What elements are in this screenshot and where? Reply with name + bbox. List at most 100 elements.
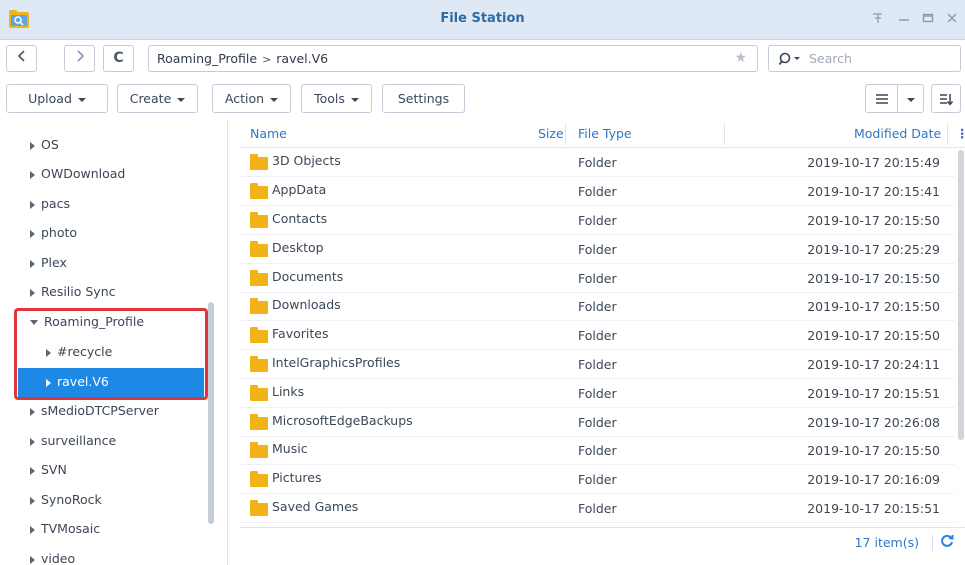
modified-date: 2019-10-17 20:15:50 [807, 271, 940, 286]
minimize-icon[interactable] [894, 9, 914, 29]
expand-arrow-icon[interactable] [30, 407, 35, 416]
file-type: Folder [578, 386, 617, 401]
expand-arrow-icon[interactable] [30, 259, 35, 268]
footer-divider [932, 535, 933, 551]
caret-down-icon [177, 97, 186, 102]
folder-icon [250, 183, 268, 199]
table-row[interactable]: Links Folder 2019-10-17 20:15:51 [240, 379, 955, 408]
tree-label: OWDownload [41, 166, 126, 181]
tree-item-pacs[interactable]: pacs [30, 193, 70, 215]
expand-arrow-icon[interactable] [30, 555, 35, 564]
refresh-button[interactable]: C [103, 45, 134, 72]
tree-item-video[interactable]: video [30, 548, 75, 565]
expand-arrow-icon[interactable] [30, 525, 35, 534]
tree-label: SVN [41, 462, 67, 477]
expand-arrow-icon[interactable] [30, 200, 35, 209]
file-name: Desktop [272, 240, 324, 255]
tree-item-owdownload[interactable]: OWDownload [30, 163, 125, 185]
forward-button[interactable] [64, 45, 95, 72]
star-icon[interactable]: ★ [734, 46, 747, 71]
table-row[interactable]: Downloads Folder 2019-10-17 20:15:50 [240, 292, 955, 321]
maximize-icon[interactable] [918, 9, 938, 29]
tree-item-smediodtcpserver[interactable]: sMedioDTCPServer [30, 400, 159, 422]
folder-icon [250, 270, 268, 286]
view-mode-button[interactable] [865, 84, 898, 113]
tree-item-synorock[interactable]: SynoRock [30, 489, 102, 511]
path-segment-ravel[interactable]: ravel.V6 [276, 51, 328, 66]
file-type: Folder [578, 271, 617, 286]
action-button[interactable]: Action [212, 84, 291, 113]
table-row[interactable]: Contacts Folder 2019-10-17 20:15:50 [240, 206, 955, 235]
modified-date: 2019-10-17 20:15:51 [807, 501, 940, 516]
table-row[interactable]: Saved Games Folder 2019-10-17 20:15:51 [240, 494, 955, 523]
tree-item-svn[interactable]: SVN [30, 459, 67, 481]
list-scrollbar[interactable] [958, 150, 964, 440]
expand-arrow-icon[interactable] [30, 437, 35, 446]
file-type: Folder [578, 472, 617, 487]
column-file-type[interactable]: File Type [578, 126, 632, 141]
file-type: Folder [578, 443, 617, 458]
table-row[interactable]: Documents Folder 2019-10-17 20:15:50 [240, 264, 955, 293]
file-type: Folder [578, 415, 617, 430]
table-row[interactable]: Desktop Folder 2019-10-17 20:25:29 [240, 235, 955, 264]
create-button[interactable]: Create [117, 84, 198, 113]
column-divider [947, 123, 948, 145]
column-divider [565, 123, 566, 145]
tree-item-surveillance[interactable]: surveillance [30, 430, 116, 452]
title-bar: File Station [0, 0, 965, 40]
expand-arrow-icon[interactable] [30, 141, 35, 150]
tree-label: Plex [41, 255, 67, 270]
path-bar[interactable]: Roaming_Profile > ravel.V6 ★ [148, 45, 758, 72]
file-name: IntelGraphicsProfiles [272, 355, 401, 370]
back-button[interactable] [6, 45, 37, 72]
modified-date: 2019-10-17 20:15:41 [807, 184, 940, 199]
column-modified-date[interactable]: Modified Date [854, 126, 941, 141]
table-row[interactable]: 3D Objects Folder 2019-10-17 20:15:49 [240, 148, 955, 177]
refresh-label: C [113, 50, 124, 66]
folder-icon [250, 471, 268, 487]
folder-icon [250, 154, 268, 170]
expand-arrow-icon[interactable] [30, 288, 35, 297]
sidebar-scrollbar[interactable] [208, 302, 214, 524]
column-name[interactable]: Name [250, 126, 287, 141]
path-segment-roaming-profile[interactable]: Roaming_Profile [157, 51, 257, 66]
column-size[interactable]: Size [538, 126, 564, 141]
table-row[interactable]: AppData Folder 2019-10-17 20:15:41 [240, 177, 955, 206]
tree-label: Resilio Sync [41, 284, 116, 299]
file-name: Downloads [272, 297, 341, 312]
expand-arrow-icon[interactable] [30, 466, 35, 475]
table-row[interactable]: MicrosoftEdgeBackups Folder 2019-10-17 20:… [240, 408, 955, 437]
expand-arrow-icon[interactable] [30, 496, 35, 505]
file-name: Links [272, 384, 305, 399]
expand-arrow-icon[interactable] [30, 229, 35, 238]
view-mode-dropdown[interactable] [897, 84, 924, 113]
column-menu-icon[interactable]: ⋮ [956, 126, 965, 141]
tools-button[interactable]: Tools [301, 84, 372, 113]
upload-button[interactable]: Upload [6, 84, 108, 113]
search-input[interactable]: Search [768, 45, 961, 72]
sort-button[interactable] [931, 84, 961, 113]
table-row[interactable]: Music Folder 2019-10-17 20:15:50 [240, 436, 955, 465]
tools-label: Tools [314, 91, 345, 106]
table-row[interactable]: IntelGraphicsProfiles Folder 2019-10-17 20… [240, 350, 955, 379]
modified-date: 2019-10-17 20:15:50 [807, 443, 940, 458]
table-row[interactable]: Favorites Folder 2019-10-17 20:15:50 [240, 321, 955, 350]
refresh-icon[interactable] [940, 534, 954, 548]
settings-button[interactable]: Settings [382, 84, 465, 113]
tree-item-photo[interactable]: photo [30, 222, 77, 244]
tree-item-tvmosaic[interactable]: TVMosaic [30, 518, 100, 540]
file-name: Documents [272, 269, 344, 284]
tree-item-plex[interactable]: Plex [30, 252, 67, 274]
tree-item-resilio-sync[interactable]: Resilio Sync [30, 281, 116, 303]
expand-arrow-icon[interactable] [30, 170, 35, 179]
file-name: Pictures [272, 470, 322, 485]
file-type: Folder [578, 213, 617, 228]
pin-icon[interactable] [868, 9, 888, 29]
folder-icon [250, 212, 268, 228]
table-row[interactable]: Pictures Folder 2019-10-17 20:16:09 [240, 465, 955, 494]
close-icon[interactable] [942, 9, 962, 29]
item-count: 17 item(s) [854, 535, 919, 550]
folder-tree[interactable]: OS OWDownload pacs photo Plex Resilio Sy… [0, 120, 228, 565]
tree-item-os[interactable]: OS [30, 134, 59, 156]
tree-label: SynoRock [41, 492, 102, 507]
